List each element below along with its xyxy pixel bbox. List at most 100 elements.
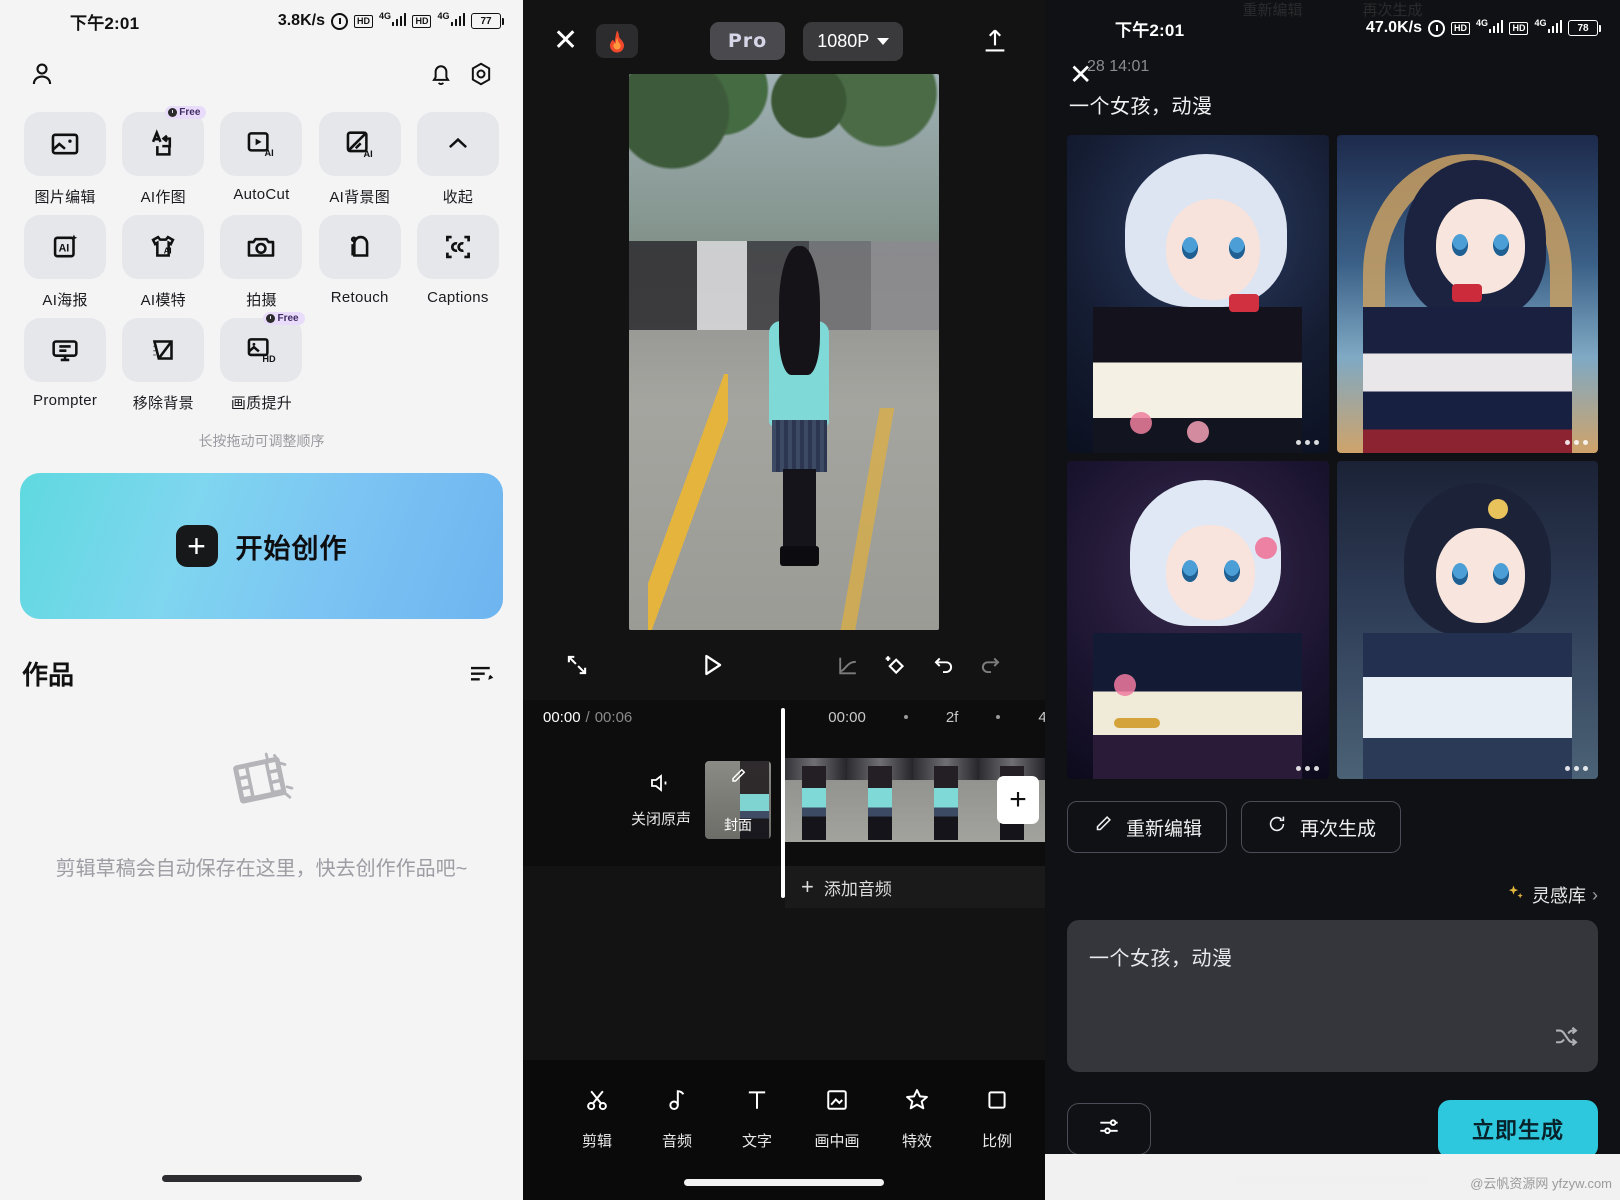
- empty-state-text: 剪辑草稿会自动保存在这里，快去创作作品吧~: [55, 858, 468, 880]
- regenerate-button[interactable]: 再次生成: [1241, 801, 1402, 853]
- cover-button[interactable]: 封面: [705, 761, 771, 839]
- flame-icon[interactable]: [596, 24, 639, 58]
- more-dots-icon[interactable]: [1295, 440, 1319, 445]
- video-clip-track[interactable]: +: [781, 758, 1045, 842]
- undo-icon[interactable]: [919, 641, 967, 689]
- prompt-value: 一个女孩，动漫: [1089, 948, 1233, 970]
- add-audio-label: 添加音频: [823, 879, 892, 899]
- generated-image[interactable]: [1067, 135, 1329, 453]
- upload-icon[interactable]: [975, 21, 1015, 61]
- tool-captions[interactable]: Captions: [409, 215, 507, 310]
- close-icon[interactable]: ✕: [553, 26, 578, 56]
- more-dots-icon[interactable]: [1565, 766, 1588, 771]
- sort-edit-icon[interactable]: [461, 653, 501, 693]
- aspect-ratio-icon: [983, 1086, 1011, 1119]
- generated-image[interactable]: [1067, 461, 1329, 779]
- shuffle-icon[interactable]: [1552, 1023, 1580, 1056]
- tool-autocut[interactable]: AI AutoCut: [212, 112, 310, 207]
- ai-draw-icon: [122, 112, 205, 176]
- start-create-button[interactable]: 开始创作: [20, 473, 503, 619]
- svg-text:AI: AI: [363, 149, 372, 159]
- tab-audio[interactable]: 音频: [637, 1086, 717, 1151]
- tool-label: 移除背景: [132, 395, 194, 412]
- ai-background-icon: AI: [318, 112, 401, 176]
- free-badge: Free: [263, 312, 305, 325]
- inspiration-library-button[interactable]: 灵感库 ›: [1067, 882, 1598, 920]
- generate-now-button[interactable]: 立即生成: [1437, 1100, 1598, 1158]
- close-icon[interactable]: ✕: [1069, 58, 1092, 91]
- tool-label: Retouch: [330, 289, 389, 306]
- panel-editor-home: 下午2:01 3.8K/s HD 4G HD 4G 77 图片编辑 Free A…: [0, 0, 523, 1200]
- add-audio-track[interactable]: + 添加音频: [785, 866, 1045, 908]
- prompt-input[interactable]: 一个女孩，动漫: [1067, 920, 1598, 1072]
- tool-ai-draw[interactable]: Free AI作图: [114, 106, 212, 207]
- text-t-icon: [743, 1086, 771, 1119]
- bell-icon[interactable]: [421, 54, 461, 94]
- generated-image[interactable]: [1336, 461, 1598, 779]
- more-dots-icon[interactable]: [1295, 766, 1319, 771]
- prompter-icon: [24, 318, 107, 382]
- generated-image[interactable]: [1336, 135, 1598, 453]
- tool-label: AI背景图: [329, 189, 391, 206]
- tool-collapse[interactable]: 收起: [409, 112, 507, 207]
- cover-label: 封面: [724, 816, 752, 833]
- tool-ai-model[interactable]: AI AI模特: [114, 215, 212, 310]
- tool-remove-background[interactable]: 移除背景: [114, 318, 212, 413]
- add-clip-button[interactable]: +: [997, 776, 1039, 824]
- re-edit-button[interactable]: 重新编辑: [1067, 801, 1228, 853]
- alarm-icon: [330, 12, 348, 30]
- fullscreen-icon[interactable]: [553, 641, 601, 689]
- ai-model-icon: AI: [122, 215, 205, 279]
- ghost-right: 再次生成: [1362, 1, 1423, 19]
- clip-frame: [847, 758, 913, 842]
- tool-grid: 图片编辑 Free AI作图 AI AutoCut AI AI背景图 收起 AI…: [0, 106, 523, 413]
- pro-badge[interactable]: Pro: [709, 22, 786, 60]
- gear-icon[interactable]: [461, 54, 501, 94]
- prompt-composer: 灵感库 › 一个女孩，动漫: [1067, 882, 1598, 1072]
- chevron-down-icon: [877, 37, 890, 45]
- pro-label: Pro: [727, 30, 768, 52]
- tool-retouch[interactable]: Retouch: [311, 215, 409, 310]
- pencil-icon: [1092, 813, 1114, 841]
- keyframe-curve-icon[interactable]: [823, 641, 871, 689]
- tab-text[interactable]: 文字: [717, 1086, 797, 1151]
- person-icon[interactable]: [22, 54, 62, 94]
- video-preview[interactable]: [629, 74, 939, 630]
- tool-ai-poster[interactable]: AI AI海报: [16, 215, 114, 310]
- tool-prompter[interactable]: Prompter: [16, 318, 114, 413]
- regenerate-label: 再次生成: [1300, 818, 1377, 840]
- tab-picture-in-picture[interactable]: 画中画: [797, 1086, 877, 1151]
- more-dots-icon[interactable]: [1565, 440, 1588, 445]
- tab-label: 文字: [741, 1133, 772, 1150]
- preview-controls: [523, 630, 1045, 700]
- clip-frame: [781, 758, 847, 842]
- tab-label: 比例: [981, 1133, 1012, 1150]
- pencil-icon: [728, 766, 748, 791]
- home-indicator: [1237, 1177, 1428, 1184]
- tool-image-edit[interactable]: 图片编辑: [16, 112, 114, 207]
- generation-settings-button[interactable]: [1067, 1103, 1151, 1155]
- chevron-right-icon: ›: [1592, 884, 1598, 905]
- tab-effects[interactable]: 特效: [877, 1086, 957, 1151]
- ruler-tick: 2f: [945, 708, 959, 726]
- hd-icon-2: HD: [412, 14, 432, 28]
- tab-aspect-ratio[interactable]: 比例: [957, 1086, 1037, 1151]
- play-icon[interactable]: [688, 641, 736, 689]
- tool-hd-upscale[interactable]: Free HD 画质提升: [212, 312, 310, 413]
- tool-ai-background[interactable]: AI AI背景图: [311, 112, 409, 207]
- mute-original-audio-button[interactable]: 关闭原声: [631, 771, 691, 829]
- hd-icon-1: HD: [1450, 21, 1470, 35]
- add-keyframe-icon[interactable]: [871, 641, 919, 689]
- tab-label: 特效: [901, 1133, 932, 1150]
- resolution-selector[interactable]: 1080P: [803, 21, 904, 61]
- film-strip-icon: [40, 745, 483, 828]
- tab-cut[interactable]: 剪辑: [557, 1086, 637, 1151]
- panel-video-editor: ✕ Pro 1080P 00:00 / 00:06 00:00 2f 关闭原声 …: [523, 0, 1093, 1200]
- generated-image-grid: [1067, 135, 1598, 779]
- svg-text:HD: HD: [263, 354, 277, 364]
- scissors-icon: [583, 1086, 611, 1119]
- redo-icon[interactable]: [967, 641, 1015, 689]
- playhead[interactable]: [781, 708, 785, 898]
- captions-icon: [416, 215, 499, 279]
- tool-shoot[interactable]: 拍摄: [212, 215, 310, 310]
